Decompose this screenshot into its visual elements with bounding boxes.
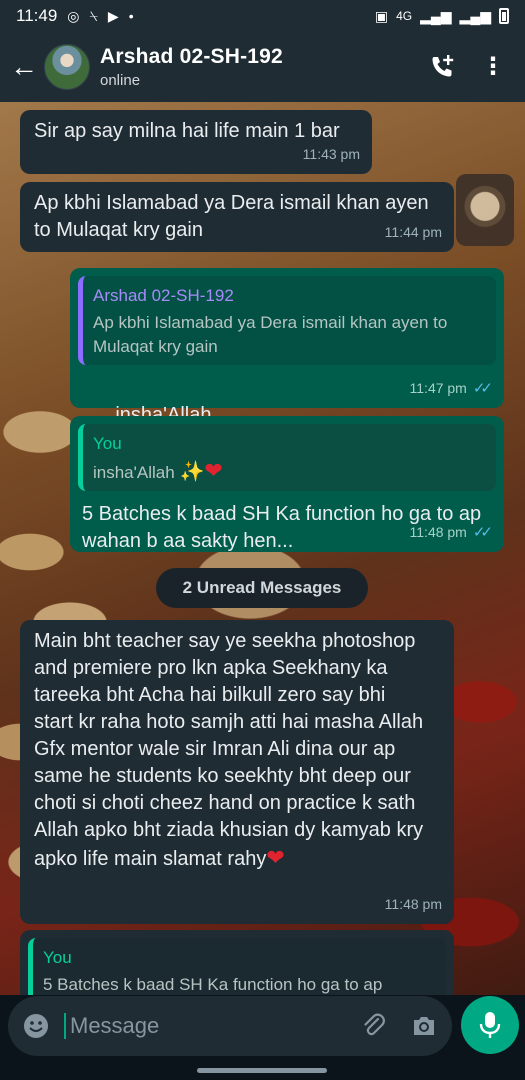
message-time: 11:43 pm [302, 146, 360, 162]
dot-icon: • [128, 8, 134, 24]
camera-icon[interactable] [410, 1012, 438, 1040]
chat-header: ← Arshad 02-SH-192 online ⋮ [0, 32, 525, 102]
message-bubble[interactable]: Arshad 02-SH-192 Ap kbhi Islamabad ya De… [70, 268, 504, 455]
quoted-author: You [93, 434, 122, 453]
message-bubble[interactable]: Main bht teacher say ye seekha photoshop… [20, 620, 454, 924]
home-handle[interactable] [197, 1068, 327, 1073]
read-receipt-icon: ✓✓ [472, 524, 493, 541]
contact-status: online [100, 72, 141, 89]
message-bubble[interactable]: Ap kbhi Islamabad ya Dera ismail khan ay… [20, 182, 454, 252]
wallpaper-thumbnail [456, 174, 514, 246]
status-bar: 11:49 ◎ ⍀ ▶ • ▣ 4G ▂▄▆ ▂▄▆ [0, 0, 525, 32]
quoted-text: Ap kbhi Islamabad ya Dera ismail khan ay… [93, 313, 448, 356]
message-bubble[interactable]: You insha'Allah ✨❤ 5 Batches k baad SH K… [70, 416, 504, 552]
message-input[interactable] [64, 1013, 360, 1039]
message-time: 11:48 pm [409, 524, 467, 540]
battery-icon [499, 8, 509, 24]
voice-message-button[interactable] [461, 996, 519, 1054]
message-time: 11:48 pm [384, 896, 442, 912]
back-arrow-icon[interactable]: ← [10, 51, 38, 83]
chat-area[interactable]: Sir ap say milna hai life main 1 bar 11:… [0, 102, 525, 995]
add-call-icon[interactable] [429, 54, 455, 80]
message-time: 11:47 pm [409, 380, 467, 396]
contact-name: Arshad 02-SH-192 [100, 45, 283, 68]
quoted-author: You [43, 948, 72, 967]
avatar[interactable] [44, 44, 90, 90]
more-options-icon[interactable]: ⋮ [481, 55, 505, 79]
signal-2-icon: ▂▄▆ [459, 7, 491, 24]
read-receipt-icon: ✓✓ [472, 380, 493, 397]
signal-icon: ▂▄▆ [420, 7, 452, 24]
message-bubble[interactable]: Sir ap say milna hai life main 1 bar 11:… [20, 110, 372, 174]
signal-muted-icon: ⍀ [89, 7, 98, 24]
message-text: Main bht teacher say ye seekha photoshop… [34, 630, 429, 870]
quoted-message[interactable]: You 5 Batches k baad SH Ka function ho g… [28, 938, 446, 995]
notification-icon: ▣ [374, 7, 389, 24]
quoted-author: Arshad 02-SH-192 [93, 286, 234, 305]
message-text: Ap kbhi Islamabad ya Dera ismail khan ay… [34, 192, 435, 241]
quoted-message[interactable]: You insha'Allah ✨❤ [78, 424, 496, 491]
unread-messages-divider: 2 Unread Messages [156, 568, 368, 608]
microphone-icon [479, 1012, 501, 1038]
attach-icon[interactable] [360, 1012, 388, 1040]
instagram-icon: ◎ [67, 7, 80, 24]
emoji-icon[interactable] [22, 1012, 50, 1040]
message-time: 11:44 pm [384, 224, 442, 240]
quoted-message[interactable]: Arshad 02-SH-192 Ap kbhi Islamabad ya De… [78, 276, 496, 365]
youtube-icon: ▶ [107, 7, 119, 24]
quoted-text: 5 Batches k baad SH Ka function ho ga to… [43, 975, 383, 994]
network-type: 4G [396, 9, 413, 23]
status-time: 11:49 [16, 6, 58, 25]
heart-emoji: ❤ [204, 458, 223, 483]
message-composer [8, 996, 452, 1056]
sparkles-emoji: ✨ [179, 461, 205, 483]
contact-info[interactable]: Arshad 02-SH-192 online [100, 45, 283, 89]
message-bubble[interactable]: You 5 Batches k baad SH Ka function ho g… [20, 930, 454, 995]
quoted-text: insha'Allah [93, 463, 175, 482]
heart-emoji: ❤ [266, 845, 285, 870]
